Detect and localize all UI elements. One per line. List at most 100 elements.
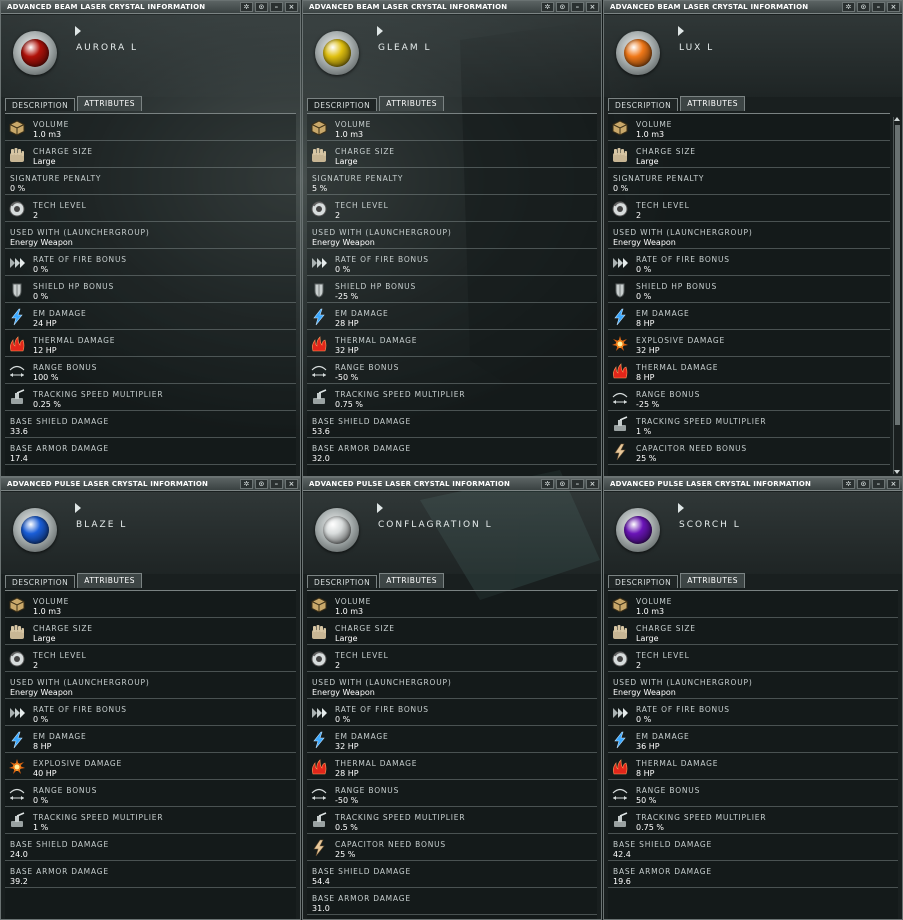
- expand-arrow-icon[interactable]: [75, 503, 81, 513]
- window-title-bar[interactable]: ADVANCED PULSE LASER CRYSTAL INFORMATION…: [1, 478, 300, 491]
- scroll-thumb[interactable]: [895, 125, 900, 425]
- close-button[interactable]: ×: [586, 479, 599, 489]
- close-button[interactable]: ×: [586, 2, 599, 12]
- item-header: SCORCH L: [604, 492, 902, 574]
- tab-attributes[interactable]: ATTRIBUTES: [77, 573, 142, 588]
- attribute-value: 0 %: [636, 292, 652, 301]
- attribute-value: 42.4: [613, 850, 631, 859]
- attribute-row: BASE SHIELD DAMAGE 54.4: [307, 861, 597, 888]
- attribute-row: USED WITH (LAUNCHERGROUP) Energy Weapon: [608, 222, 890, 249]
- attribute-label: SHIELD HP BONUS: [335, 282, 417, 291]
- close-button[interactable]: ×: [285, 479, 298, 489]
- box-icon: [310, 596, 328, 614]
- attribute-label: CAPACITOR NEED BONUS: [636, 444, 747, 453]
- minimize-button[interactable]: –: [872, 479, 885, 489]
- settings-button[interactable]: ✲: [240, 2, 253, 12]
- close-button[interactable]: ×: [285, 2, 298, 12]
- attribute-value: 2: [33, 661, 39, 670]
- tab-attributes[interactable]: ATTRIBUTES: [680, 96, 745, 111]
- scroll-up-icon[interactable]: [894, 117, 900, 121]
- tracking-icon: [611, 416, 629, 434]
- attribute-row: CHARGE SIZE Large: [608, 618, 898, 645]
- window-title-bar[interactable]: ADVANCED BEAM LASER CRYSTAL INFORMATION ✲…: [303, 1, 601, 14]
- attribute-value: Large: [33, 634, 56, 643]
- hand-icon: [8, 623, 26, 641]
- close-button[interactable]: ×: [887, 479, 900, 489]
- attribute-label: THERMAL DAMAGE: [33, 336, 116, 345]
- attribute-value: 1.0 m3: [33, 607, 62, 616]
- attribute-value: 1.0 m3: [636, 607, 665, 616]
- expand-arrow-icon[interactable]: [377, 503, 383, 513]
- info-window-lux-l[interactable]: ADVANCED BEAM LASER CRYSTAL INFORMATION ✲…: [603, 0, 903, 477]
- attribute-row: EM DAMAGE 8 HP: [608, 303, 890, 330]
- tab-description[interactable]: DESCRIPTION: [5, 575, 76, 588]
- settings-button[interactable]: ✲: [240, 479, 253, 489]
- window-title-bar[interactable]: ADVANCED BEAM LASER CRYSTAL INFORMATION ✲…: [604, 1, 902, 14]
- info-window-aurora-l[interactable]: ADVANCED BEAM LASER CRYSTAL INFORMATION ✲…: [0, 0, 301, 477]
- attribute-label: USED WITH (LAUNCHERGROUP): [312, 678, 452, 687]
- attribute-row: CHARGE SIZE Large: [307, 618, 597, 645]
- window-title-bar[interactable]: ADVANCED BEAM LASER CRYSTAL INFORMATION ✲…: [1, 1, 300, 14]
- attribute-value: 2: [636, 661, 642, 670]
- settings-button[interactable]: ✲: [842, 479, 855, 489]
- attributes-list[interactable]: VOLUME 1.0 m3 CHARGE SIZE Large TECH LEVEL 2 U…: [307, 590, 597, 919]
- em-icon: [8, 731, 26, 749]
- tab-description[interactable]: DESCRIPTION: [5, 98, 76, 111]
- info-window-blaze-l[interactable]: ADVANCED PULSE LASER CRYSTAL INFORMATION…: [0, 477, 301, 920]
- tab-attributes[interactable]: ATTRIBUTES: [379, 573, 444, 588]
- info-window-conflagration-l[interactable]: ADVANCED PULSE LASER CRYSTAL INFORMATION…: [302, 477, 602, 920]
- options-button[interactable]: ⊙: [556, 2, 569, 12]
- info-window-gleam-l[interactable]: ADVANCED BEAM LASER CRYSTAL INFORMATION ✲…: [302, 0, 602, 477]
- minimize-button[interactable]: –: [270, 479, 283, 489]
- tab-description[interactable]: DESCRIPTION: [307, 575, 378, 588]
- attributes-list[interactable]: VOLUME 1.0 m3 CHARGE SIZE Large SIGNATURE PE…: [608, 113, 890, 476]
- attribute-label: EM DAMAGE: [33, 732, 87, 741]
- attribute-label: SHIELD HP BONUS: [636, 282, 718, 291]
- settings-button[interactable]: ✲: [541, 2, 554, 12]
- settings-button[interactable]: ✲: [842, 2, 855, 12]
- attribute-value: 100 %: [33, 373, 59, 382]
- minimize-button[interactable]: –: [571, 479, 584, 489]
- tab-attributes[interactable]: ATTRIBUTES: [77, 96, 142, 111]
- attribute-value: 0 %: [33, 796, 49, 805]
- crystal-icon: [315, 31, 359, 75]
- range-icon: [611, 389, 629, 407]
- expand-arrow-icon[interactable]: [678, 26, 684, 36]
- minimize-button[interactable]: –: [270, 2, 283, 12]
- attributes-list[interactable]: VOLUME 1.0 m3 CHARGE SIZE Large TECH LEVEL 2 U…: [5, 590, 296, 919]
- thermal-icon: [310, 335, 328, 353]
- expand-arrow-icon[interactable]: [377, 26, 383, 36]
- tab-description[interactable]: DESCRIPTION: [608, 575, 679, 588]
- attribute-row: RATE OF FIRE BONUS 0 %: [5, 249, 296, 276]
- options-button[interactable]: ⊙: [857, 479, 870, 489]
- attributes-list[interactable]: VOLUME 1.0 m3 CHARGE SIZE Large SIGNATURE PE…: [5, 113, 296, 476]
- options-button[interactable]: ⊙: [857, 2, 870, 12]
- tab-description[interactable]: DESCRIPTION: [307, 98, 378, 111]
- scroll-down-icon[interactable]: [894, 470, 900, 474]
- options-button[interactable]: ⊙: [255, 479, 268, 489]
- tab-attributes[interactable]: ATTRIBUTES: [379, 96, 444, 111]
- attribute-value: -50 %: [335, 373, 359, 382]
- window-title-bar[interactable]: ADVANCED PULSE LASER CRYSTAL INFORMATION…: [303, 478, 601, 491]
- range-icon: [310, 362, 328, 380]
- attributes-list[interactable]: VOLUME 1.0 m3 CHARGE SIZE Large TECH LEVEL 2 U…: [608, 590, 898, 919]
- minimize-button[interactable]: –: [872, 2, 885, 12]
- close-button[interactable]: ×: [887, 2, 900, 12]
- attribute-label: RANGE BONUS: [335, 786, 400, 795]
- options-button[interactable]: ⊙: [556, 479, 569, 489]
- expand-arrow-icon[interactable]: [75, 26, 81, 36]
- expand-arrow-icon[interactable]: [678, 503, 684, 513]
- settings-button[interactable]: ✲: [541, 479, 554, 489]
- attributes-list[interactable]: VOLUME 1.0 m3 CHARGE SIZE Large SIGNATURE PE…: [307, 113, 597, 476]
- attributes-scrollbar[interactable]: [893, 117, 901, 474]
- attribute-row: BASE SHIELD DAMAGE 42.4: [608, 834, 898, 861]
- tab-attributes[interactable]: ATTRIBUTES: [680, 573, 745, 588]
- attribute-label: SIGNATURE PENALTY: [10, 174, 102, 183]
- info-window-scorch-l[interactable]: ADVANCED PULSE LASER CRYSTAL INFORMATION…: [603, 477, 903, 920]
- attribute-value: Large: [335, 157, 358, 166]
- attribute-label: BASE SHIELD DAMAGE: [10, 840, 110, 849]
- options-button[interactable]: ⊙: [255, 2, 268, 12]
- tab-description[interactable]: DESCRIPTION: [608, 98, 679, 111]
- window-title-bar[interactable]: ADVANCED PULSE LASER CRYSTAL INFORMATION…: [604, 478, 902, 491]
- minimize-button[interactable]: –: [571, 2, 584, 12]
